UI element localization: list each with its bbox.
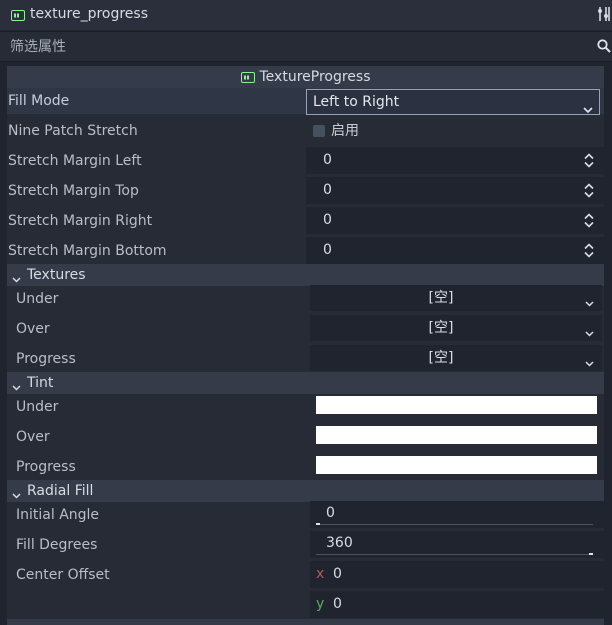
stretch-margin-left-spinbox[interactable]: 0	[306, 147, 604, 174]
tint-progress-color-swatch[interactable]	[316, 456, 597, 474]
fill-mode-label: Fill Mode	[8, 93, 70, 109]
stretch-margin-bottom-spinbox[interactable]: 0	[306, 237, 604, 264]
filter-bar	[0, 31, 612, 62]
tint-over-label: Over	[16, 429, 50, 445]
stretch-margin-right-label: Stretch Margin Right	[8, 213, 153, 229]
initial-angle-grabber[interactable]	[316, 523, 320, 525]
up-down-arrows-icon[interactable]	[584, 153, 594, 172]
fill-mode-value: Left to Right	[313, 94, 400, 110]
initial-angle-label: Initial Angle	[16, 507, 100, 523]
texture-progress-resource-picker[interactable]: [空]	[310, 345, 602, 371]
fill-degrees-track	[316, 554, 593, 555]
tint-progress-label: Progress	[16, 459, 76, 475]
tint-section-header[interactable]: Tint	[7, 372, 604, 394]
texture-under-label: Under	[16, 291, 59, 307]
center-offset-row: Center Offset x 0	[7, 560, 604, 590]
up-down-arrows-icon[interactable]	[584, 213, 594, 232]
up-down-arrows-icon[interactable]	[584, 183, 594, 202]
texture-progress-node-icon	[11, 9, 25, 25]
texture-under-value: [空]	[428, 290, 454, 306]
fill-mode-row: Fill Mode Left to Right	[7, 88, 604, 115]
fill-mode-select[interactable]: Left to Right	[306, 89, 600, 115]
texture-progress-label: Progress	[16, 351, 76, 367]
search-icon[interactable]	[597, 39, 611, 57]
stretch-margin-left-label: Stretch Margin Left	[8, 153, 142, 169]
center-offset-y-field[interactable]: y 0	[310, 591, 604, 618]
nine-patch-checkbox[interactable]	[313, 125, 325, 137]
center-offset-x-axis-label: x	[316, 566, 325, 582]
stretch-margin-top-spinbox[interactable]: 0	[306, 177, 604, 204]
texture-over-label: Over	[16, 321, 50, 337]
tint-over-color-swatch[interactable]	[316, 426, 597, 444]
class-header-label: TextureProgress	[259, 69, 371, 85]
fill-degrees-row: Fill Degrees 360	[7, 530, 604, 560]
filter-properties-input[interactable]	[0, 32, 600, 61]
node-title: texture_progress	[30, 6, 149, 22]
center-offset-x-field[interactable]: x 0	[310, 561, 604, 588]
fill-degrees-label: Fill Degrees	[16, 537, 98, 553]
texture-progress-class-icon	[240, 68, 255, 90]
property-panel: TextureProgress Fill Mode Left to Right …	[7, 66, 604, 625]
fill-degrees-grabber[interactable]	[589, 553, 593, 555]
chevron-down-icon[interactable]	[585, 355, 594, 371]
texture-over-value: [空]	[428, 320, 454, 336]
tint-over-row: Over	[7, 422, 604, 452]
tint-progress-row: Progress	[7, 452, 604, 482]
fill-degrees-value: 360	[326, 535, 353, 551]
stretch-margin-right-row: Stretch Margin Right 0	[7, 206, 604, 236]
initial-angle-value: 0	[326, 505, 335, 521]
texture-progress-value: [空]	[428, 350, 454, 366]
initial-angle-row: Initial Angle 0	[7, 500, 604, 530]
nine-patch-row: Nine Patch Stretch 启用	[7, 116, 604, 146]
texture-under-row: Under [空]	[7, 284, 604, 314]
stretch-margin-bottom-row: Stretch Margin Bottom 0	[7, 236, 604, 266]
radial-fill-section-label: Radial Fill	[27, 483, 94, 499]
center-offset-y-row: y 0	[7, 590, 604, 620]
inspector-header: texture_progress	[0, 0, 612, 30]
texture-under-resource-picker[interactable]: [空]	[310, 285, 602, 311]
initial-angle-track	[316, 524, 593, 525]
initial-angle-range-slider[interactable]: 0	[310, 501, 604, 528]
chevron-down-icon[interactable]	[585, 325, 594, 341]
center-offset-label: Center Offset	[16, 567, 110, 583]
stretch-margin-right-value: 0	[323, 212, 332, 228]
chevron-down-icon[interactable]	[585, 295, 594, 311]
center-offset-y-value: 0	[333, 596, 342, 612]
center-offset-x-value: 0	[333, 566, 342, 582]
up-down-arrows-icon[interactable]	[584, 243, 594, 262]
texture-over-row: Over [空]	[7, 314, 604, 344]
next-section-header[interactable]	[7, 619, 604, 625]
textures-section-label: Textures	[27, 267, 86, 283]
stretch-margin-top-row: Stretch Margin Top 0	[7, 176, 604, 206]
tint-section-label: Tint	[27, 375, 54, 391]
object-tools-icon[interactable]	[597, 6, 611, 26]
fill-degrees-range-slider[interactable]: 360	[310, 531, 604, 558]
nine-patch-enable-label[interactable]: 启用	[331, 116, 359, 146]
tint-under-row: Under	[7, 392, 604, 422]
stretch-margin-bottom-value: 0	[323, 242, 332, 258]
stretch-margin-left-row: Stretch Margin Left 0	[7, 146, 604, 176]
texture-progress-row: Progress [空]	[7, 344, 604, 374]
stretch-margin-top-label: Stretch Margin Top	[8, 183, 139, 199]
texture-over-resource-picker[interactable]: [空]	[310, 315, 602, 341]
stretch-margin-bottom-label: Stretch Margin Bottom	[8, 243, 167, 259]
stretch-margin-right-spinbox[interactable]: 0	[306, 207, 604, 234]
radial-fill-section-header[interactable]: Radial Fill	[7, 480, 604, 502]
tint-under-color-swatch[interactable]	[316, 396, 597, 414]
stretch-margin-left-value: 0	[323, 152, 332, 168]
center-offset-y-axis-label: y	[316, 596, 325, 612]
tint-under-label: Under	[16, 399, 59, 415]
class-header: TextureProgress	[7, 66, 604, 88]
textures-section-header[interactable]: Textures	[7, 264, 604, 286]
stretch-margin-top-value: 0	[323, 182, 332, 198]
nine-patch-label: Nine Patch Stretch	[8, 123, 138, 139]
